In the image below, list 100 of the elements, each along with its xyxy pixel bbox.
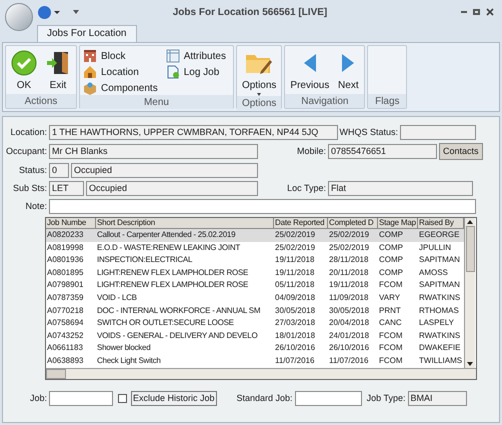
- table-cell-text: 19/11/2018: [328, 279, 370, 292]
- table-cell-text: CANC: [378, 317, 403, 330]
- table-cell-text: VOID - LCB: [96, 292, 138, 304]
- table-cell-text: SAPITMAN: [418, 254, 461, 266]
- menu-button[interactable]: Block: [83, 49, 158, 63]
- table-cell-text: A0743252: [46, 330, 84, 342]
- ribbon-button[interactable]: OK: [9, 49, 39, 94]
- text-field[interactable]: 1 THE HAWTHORNS, UPPER CWMBRAN, TORFAEN, NP44 5JQ: [49, 125, 338, 140]
- field-label: Occupant:: [5, 144, 48, 158]
- table-row[interactable]: A0743252 VOIDS - GENERAL - DELIVERY AND DEVELO 18/01/2018 24/01/2018 FCOM RWATKINS: [46, 330, 464, 342]
- table-cell-text: INSPECTION:ELECTRICAL: [96, 254, 194, 266]
- table-cell-text: COMP: [378, 254, 404, 266]
- text-field[interactable]: Flat: [328, 181, 473, 196]
- table-cell-text: 04/09/2018: [274, 292, 316, 304]
- table-row[interactable]: A0661183 Shower blocked 26/10/2016 26/10/2016 FCOM DWAKEFIE: [46, 342, 464, 355]
- table-cell-text: 20/04/2018: [328, 317, 370, 330]
- text-field[interactable]: Occupied: [86, 181, 258, 196]
- group-label: Menu: [80, 95, 233, 109]
- menu-button[interactable]: Attributes: [166, 49, 226, 63]
- house-icon: [83, 65, 97, 79]
- close-icon[interactable]: [486, 8, 494, 16]
- group-label: Flags: [368, 94, 406, 108]
- table-cell-text: SWITCH OR OUTLET:SECURE LOOSE: [96, 317, 235, 330]
- group-label: Navigation: [285, 94, 364, 108]
- menu-button[interactable]: Components: [83, 81, 158, 95]
- right-triangle-icon: [341, 53, 356, 73]
- ribbon-tab[interactable]: Jobs For Location: [37, 25, 136, 42]
- table-cell-text: 25/02/2019: [274, 229, 316, 241]
- table-row[interactable]: A0820233 Callout - Carpenter Attended - 25.02.2019 25/02/2019 25/02/2019 COMP EGEORGE: [46, 229, 464, 242]
- text-field[interactable]: [49, 199, 476, 214]
- table-cell-text: Check Light Switch: [96, 354, 162, 367]
- up-arrow-icon[interactable]: [467, 220, 473, 224]
- table-cell-text: 26/10/2016: [274, 342, 316, 354]
- vertical-scrollbar[interactable]: [464, 218, 475, 368]
- field-label: Sub Sts:: [12, 182, 48, 195]
- text-field[interactable]: 07855476651: [328, 144, 437, 159]
- ribbon-button[interactable]: Next: [335, 49, 362, 94]
- ribbon-button[interactable]: Previous: [288, 49, 332, 94]
- text-field[interactable]: [294, 390, 362, 406]
- table-cell-text: A0820233: [46, 229, 84, 241]
- table-cell-text: 18/01/2018: [274, 330, 316, 342]
- left-triangle-icon: [302, 53, 317, 73]
- quick-access-caret-icon[interactable]: [73, 10, 79, 14]
- checkbox[interactable]: [118, 394, 127, 403]
- table-cell-text: A0638893: [46, 354, 84, 367]
- text-field[interactable]: Mr CH Blanks: [49, 144, 258, 159]
- table-cell-text: EGEORGE: [418, 229, 460, 241]
- table-cell-text: SAPITMAN: [418, 279, 461, 292]
- text-field[interactable]: BMAI: [408, 390, 467, 406]
- table-cell-text: FCOM: [378, 354, 404, 367]
- field-label: Loc Type:: [286, 182, 327, 195]
- group-label: Options: [236, 96, 282, 110]
- table-row[interactable]: A0758694 SWITCH OR OUTLET:SECURE LOOSE 27/03/2018 20/04/2018 CANC LASPELY: [46, 317, 464, 330]
- text-field[interactable]: 0: [49, 163, 69, 178]
- check-circle-icon: [11, 50, 37, 76]
- table-cell-text: A0758694: [46, 317, 84, 330]
- ribbon-button[interactable]: Exit: [43, 49, 73, 94]
- table-row[interactable]: A0819998 E.O.D - WASTE:RENEW LEAKING JOINT 25/02/2019 25/02/2019 COMP JPULLIN: [46, 242, 464, 254]
- text-field[interactable]: [400, 125, 476, 140]
- table-cell-text: RTHOMAS: [418, 304, 460, 317]
- box-icon: [83, 81, 97, 95]
- dropdown-caret-icon[interactable]: [54, 10, 60, 14]
- table-row[interactable]: A0801936 INSPECTION:ELECTRICAL 19/11/2018 28/11/2018 COMP SAPITMAN: [46, 254, 464, 267]
- field-label: Standard Job:: [236, 392, 294, 405]
- table-cell-text: PRNT: [378, 304, 402, 317]
- field-label: Job Type:: [366, 392, 407, 405]
- table-cell-text: 27/03/2018: [274, 317, 316, 330]
- table-cell-text: 11/07/2016: [274, 354, 316, 367]
- table-cell-text: TWILLIAMS: [418, 354, 464, 367]
- field-label: WHQS Status:: [338, 126, 399, 139]
- table-cell-text: RWATKINS: [418, 330, 462, 342]
- scroll-thumb[interactable]: [466, 226, 474, 272]
- table-cell-text: A0661183: [46, 342, 84, 354]
- table-cell-text: LASPELY: [418, 317, 455, 330]
- help-icon[interactable]: [38, 6, 51, 18]
- table-row[interactable]: A0801895 LIGHT:RENEW FLEX LAMPHOLDER ROSE 19/11/2018 20/11/2018 COMP AMOSS: [46, 266, 464, 280]
- table-row[interactable]: A0798901 LIGHT:RENEW FLEX LAMPHOLDER ROSE 05/11/2018 19/11/2018 FCOM SAPITMAN: [46, 279, 464, 292]
- text-field[interactable]: LET: [49, 181, 84, 196]
- menu-button[interactable]: Location: [83, 65, 158, 79]
- horizontal-scrollbar[interactable]: [46, 368, 476, 379]
- down-arrow-icon[interactable]: [467, 362, 473, 366]
- table-row[interactable]: A0770218 DOC - INTERNAL WORKFORCE - ANNUAL SM 30/05/2018 30/05/2018 PRNT RTHOMAS: [46, 304, 464, 318]
- document-add-icon: [166, 65, 180, 79]
- table-cell-text: LIGHT:RENEW FLEX LAMPHOLDER ROSE: [96, 266, 250, 279]
- text-field[interactable]: Occupied: [71, 163, 258, 178]
- field-label: Status:: [18, 164, 48, 177]
- menu-button[interactable]: Log Job: [166, 65, 226, 79]
- table-row[interactable]: A0787359 VOID - LCB 04/09/2018 11/09/2018 VARY RWATKINS: [46, 292, 464, 305]
- checkbox-label[interactable]: Exclude Historic Job: [131, 390, 217, 406]
- text-field[interactable]: [49, 390, 113, 406]
- contacts-button[interactable]: Contacts: [439, 143, 483, 160]
- table-cell-text: AMOSS: [418, 266, 449, 279]
- table-cell-text: VOIDS - GENERAL - DELIVERY AND DEVELO: [96, 330, 258, 342]
- table-cell-text: COMP: [378, 266, 404, 279]
- app-orb[interactable]: [5, 3, 33, 31]
- table-row[interactable]: A0638893 Check Light Switch 11/07/2016 11/07/2016 FCOM TWILLIAMS: [46, 354, 464, 368]
- table-cell-text: E.O.D - WASTE:RENEW LEAKING JOINT: [96, 242, 242, 254]
- table-cell-text: A0801895: [46, 266, 84, 279]
- maximize-icon[interactable]: [473, 9, 480, 15]
- table-cell-text: A0787359: [46, 292, 84, 304]
